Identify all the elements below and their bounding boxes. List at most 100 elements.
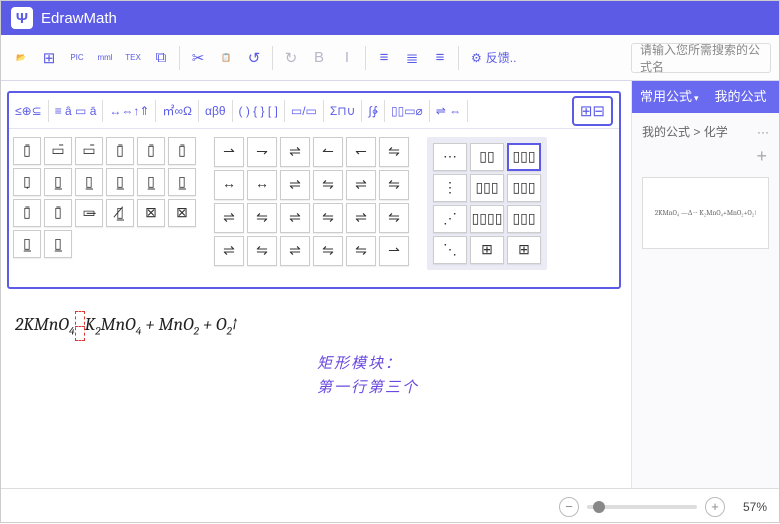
formula-library-pane: 常用公式▾ 我的公式 我的公式 > 化学 ··· + 2KMnO₄ —Δ→ K₂… xyxy=(631,81,779,488)
tex-export-icon[interactable]: TEX xyxy=(121,46,145,70)
gridC-cell[interactable]: ▯▯ xyxy=(470,143,504,171)
category-group-7[interactable]: Σ⊓∪ xyxy=(328,104,358,118)
gridB-cell[interactable]: ⇋ xyxy=(313,170,343,200)
category-group-2[interactable]: ↔⇔↑⇑ xyxy=(107,104,151,118)
category-group-9[interactable]: ▯▯▭⌀ xyxy=(389,104,425,118)
gridA-cell[interactable]: ▯̄ xyxy=(13,199,41,227)
gridC-cell[interactable]: ⊞ xyxy=(470,236,504,264)
align-left-icon[interactable]: ≡ xyxy=(372,46,396,70)
gridA-cell[interactable]: ▯̄ xyxy=(44,199,72,227)
category-group-6[interactable]: ▭/▭ xyxy=(289,104,319,118)
redo-icon[interactable]: ↻ xyxy=(279,46,303,70)
gridB-cell[interactable]: ⇌ xyxy=(346,203,376,233)
gridC-cell[interactable]: ⋮ xyxy=(433,174,467,202)
gridC-cell[interactable]: ▯▯▯ xyxy=(507,143,541,171)
gridC-cell[interactable]: ⋰ xyxy=(433,205,467,233)
gridB-cell[interactable]: ⇀ xyxy=(214,137,244,167)
gridC-cell[interactable]: ▯▯▯ xyxy=(470,174,504,202)
formula-editor[interactable]: 2KMnO4K2MnO4 + MnO2 + O2↑ 矩形模块： 第一行第三个 xyxy=(7,311,631,341)
gridA-cell[interactable]: ▯̲ xyxy=(168,168,196,196)
gridB-cell[interactable]: ⇋ xyxy=(313,203,343,233)
mml-export-icon[interactable]: mml xyxy=(93,46,117,70)
paste-icon[interactable]: 📋 xyxy=(214,46,238,70)
category-group-3[interactable]: ㎡∞Ω xyxy=(160,102,194,119)
gridA-cell[interactable]: ▯̲ xyxy=(106,168,134,196)
gridB-cell[interactable]: ⇌ xyxy=(346,170,376,200)
gridB-cell[interactable]: ↽ xyxy=(346,137,376,167)
gridA-cell[interactable]: ▭̄ xyxy=(44,137,72,165)
cut-icon[interactable]: ✂ xyxy=(186,46,210,70)
gridA-cell[interactable]: ▯̲ xyxy=(44,230,72,258)
gridC-cell[interactable]: ⋱ xyxy=(433,236,467,264)
gridB-cell[interactable]: ⇌ xyxy=(214,203,244,233)
search-input[interactable]: 请输入您所需搜索的公式名 xyxy=(631,43,771,73)
copy-icon[interactable]: ⧉ xyxy=(149,46,173,70)
italic-icon[interactable]: I xyxy=(335,46,359,70)
gridC-cell[interactable]: ▯▯▯▯ xyxy=(470,205,504,233)
gridC-cell[interactable]: ⊞ xyxy=(507,236,541,264)
crumb-leaf[interactable]: 化学 xyxy=(704,123,728,140)
gridA-cell[interactable]: ▯̣ xyxy=(13,168,41,196)
gridA-cell[interactable]: ⊠ xyxy=(137,199,165,227)
gridA-cell[interactable]: ▯̲ xyxy=(137,168,165,196)
tab-my-formulas[interactable]: 我的公式 xyxy=(707,81,775,113)
more-menu-icon[interactable]: ··· xyxy=(757,125,769,139)
gridA-cell[interactable]: ▭̶ xyxy=(75,199,103,227)
category-group-8[interactable]: ∫∳ xyxy=(366,104,380,118)
gridB-cell[interactable]: ⇋ xyxy=(247,203,277,233)
formula-thumbnail[interactable]: 2KMnO₄ —Δ→ K₂MnO₄+MnO₂+O₂↑ xyxy=(642,177,769,249)
gridB-cell[interactable]: ⇋ xyxy=(313,236,343,266)
zoom-out-button[interactable]: − xyxy=(559,497,579,517)
gridA-cell[interactable]: ▯̲ xyxy=(13,230,41,258)
new-page-icon[interactable]: ⊞ xyxy=(37,46,61,70)
category-group-10[interactable]: ⇌ ⇔ xyxy=(434,104,463,118)
category-group-0[interactable]: ≤⊕⊆ xyxy=(13,104,44,118)
gridA-cell[interactable]: ▯̲ xyxy=(44,168,72,196)
gridB-cell[interactable]: ⇌ xyxy=(280,203,310,233)
crumb-root[interactable]: 我的公式 xyxy=(642,123,690,140)
gridB-cell[interactable]: ↔ xyxy=(247,170,277,200)
gridA-cell[interactable]: ▯̄ xyxy=(13,137,41,165)
undo-icon[interactable]: ↺ xyxy=(242,46,266,70)
align-right-icon[interactable]: ≡ xyxy=(428,46,452,70)
pic-export-icon[interactable]: PIC xyxy=(65,46,89,70)
zoom-slider[interactable] xyxy=(587,505,697,509)
gridB-cell[interactable]: ↼ xyxy=(313,137,343,167)
gridB-cell[interactable]: ⇌ xyxy=(280,137,310,167)
grid-matrix-wrap: ⋯▯▯▯▯▯⋮▯▯▯▯▯▯⋰▯▯▯▯▯▯▯⋱⊞⊞ xyxy=(427,137,547,270)
gridA-cell[interactable]: ▯̸̲ xyxy=(106,199,134,227)
bold-icon[interactable]: B xyxy=(307,46,331,70)
gridB-cell[interactable]: ⇌ xyxy=(280,236,310,266)
zoom-in-button[interactable]: + xyxy=(705,497,725,517)
tab-common-formulas[interactable]: 常用公式▾ xyxy=(632,81,707,114)
gridB-cell[interactable]: ↔ xyxy=(214,170,244,200)
gridA-cell[interactable]: ▯̲ xyxy=(75,168,103,196)
gridB-cell[interactable]: ⇌ xyxy=(280,170,310,200)
gridC-cell[interactable]: ⋯ xyxy=(433,143,467,171)
gridA-cell[interactable]: ▯̄ xyxy=(137,137,165,165)
open-folder-icon[interactable]: 📂 xyxy=(9,46,33,70)
gridC-cell[interactable]: ▯▯▯ xyxy=(507,174,541,202)
library-tabs: 常用公式▾ 我的公式 xyxy=(632,81,779,113)
gridC-cell[interactable]: ▯▯▯ xyxy=(507,205,541,233)
gridA-cell[interactable]: ▯̄ xyxy=(168,137,196,165)
align-center-icon[interactable]: ≣ xyxy=(400,46,424,70)
gridB-cell[interactable]: ⇋ xyxy=(379,170,409,200)
category-group-5[interactable]: ( ) { } [ ] xyxy=(237,104,280,118)
category-group-1[interactable]: ≡ â ▭ ā xyxy=(53,104,99,118)
insertion-placeholder[interactable] xyxy=(75,311,85,341)
gridB-cell[interactable]: ⇌ xyxy=(214,236,244,266)
feedback-link[interactable]: ⚙反馈.. xyxy=(471,49,516,66)
category-matrix-selected[interactable]: ⊞⊟ xyxy=(572,96,613,126)
gridA-cell[interactable]: ▯̄̄ xyxy=(106,137,134,165)
gridA-cell[interactable]: ⊠ xyxy=(168,199,196,227)
gridB-cell[interactable]: ⇋ xyxy=(346,236,376,266)
gridA-cell[interactable]: ▭̄ xyxy=(75,137,103,165)
gridB-cell[interactable]: ⇋ xyxy=(379,203,409,233)
gridB-cell[interactable]: ⇀ xyxy=(379,236,409,266)
gridB-cell[interactable]: ⇋ xyxy=(247,236,277,266)
category-group-4[interactable]: αβθ xyxy=(203,104,228,118)
gridB-cell[interactable]: ⇁ xyxy=(247,137,277,167)
gridB-cell[interactable]: ⇋ xyxy=(379,137,409,167)
add-formula-button[interactable]: + xyxy=(632,146,779,173)
